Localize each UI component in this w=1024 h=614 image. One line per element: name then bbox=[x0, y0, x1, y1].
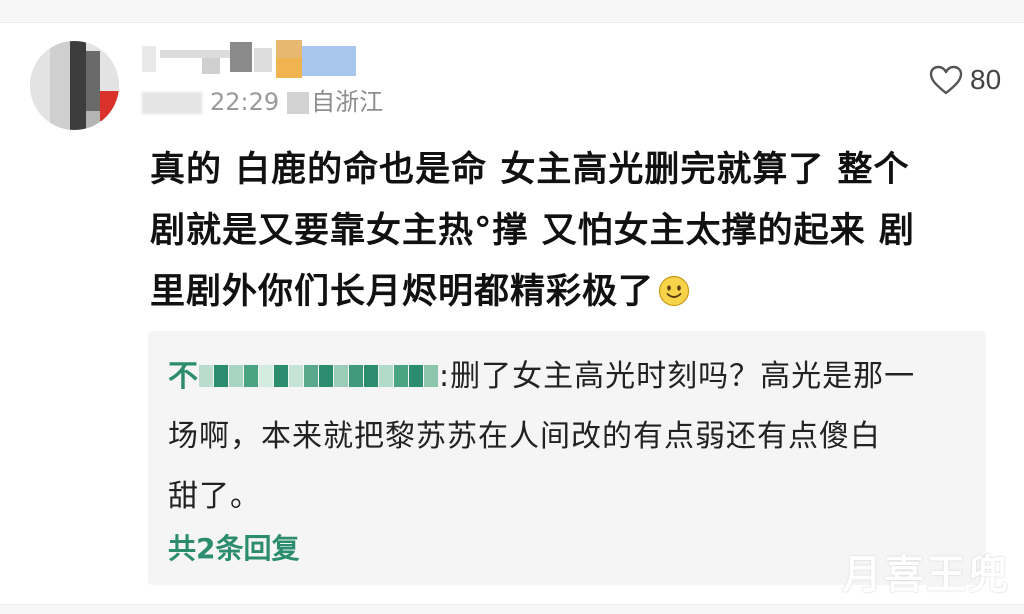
username-mosaic bbox=[199, 348, 439, 408]
view-more-replies-link[interactable]: 共2条回复 bbox=[168, 527, 299, 567]
smile-emoji-icon bbox=[658, 275, 690, 307]
comment-body: 真的 白鹿的命也是命 女主高光删完就算了 整个 剧就是又要靠女主热°撑 又怕女主… bbox=[150, 140, 1000, 323]
reply-line: 不:删了女主高光时刻吗？高光是那一 bbox=[168, 347, 978, 407]
comment-line: 真的 白鹿的命也是命 女主高光删完就算了 整个 bbox=[150, 150, 910, 190]
comment-line: 剧就是又要靠女主热°撑 又怕女主太撑的起来 剧 bbox=[150, 211, 915, 251]
username-censored[interactable] bbox=[142, 38, 362, 82]
comment-meta: 22:29 自浙江 bbox=[142, 86, 442, 118]
reply-username-censored[interactable]: 不 bbox=[168, 359, 439, 394]
reply-separator: : bbox=[439, 359, 451, 394]
reply-line: 场啊，本来就把黎苏苏在人间改的有点弱还有点傻白 bbox=[168, 419, 881, 454]
date-censored bbox=[142, 92, 202, 114]
reply-line: 甜了。 bbox=[168, 479, 261, 514]
comment-line-text: 里剧外你们长月烬明都精彩极了 bbox=[150, 272, 655, 312]
user-avatar[interactable] bbox=[30, 41, 119, 130]
reply-text: 不:删了女主高光时刻吗？高光是那一 场啊，本来就把黎苏苏在人间改的有点弱还有点傻… bbox=[168, 347, 978, 527]
like-count: 80 bbox=[970, 64, 1002, 95]
location-censored bbox=[287, 92, 310, 114]
comment-line-last: 里剧外你们长月烬明都精彩极了 bbox=[150, 262, 1000, 323]
watermark: 月喜王兜 bbox=[842, 552, 1010, 598]
comment-time: 22:29 bbox=[210, 88, 280, 116]
like-button[interactable]: 80 bbox=[928, 62, 1012, 98]
top-divider bbox=[0, 0, 1024, 23]
reply-line-text: 删了女主高光时刻吗？高光是那一 bbox=[450, 359, 916, 394]
comment-location: 自浙江 bbox=[311, 88, 384, 116]
heart-icon bbox=[929, 65, 963, 95]
